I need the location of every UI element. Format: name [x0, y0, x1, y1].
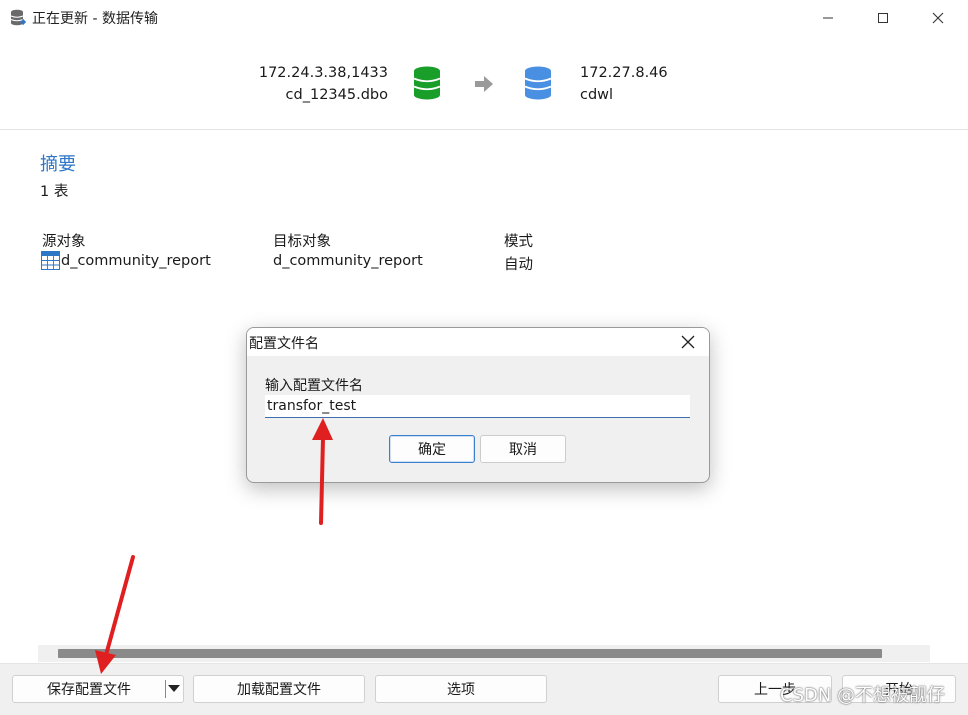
- annotation-arrow-dialog: [312, 418, 333, 525]
- watermark: CSDN @不想被靓仔: [780, 685, 946, 706]
- annotation-arrows: [95, 418, 333, 674]
- annotation-arrow-save: [95, 555, 135, 674]
